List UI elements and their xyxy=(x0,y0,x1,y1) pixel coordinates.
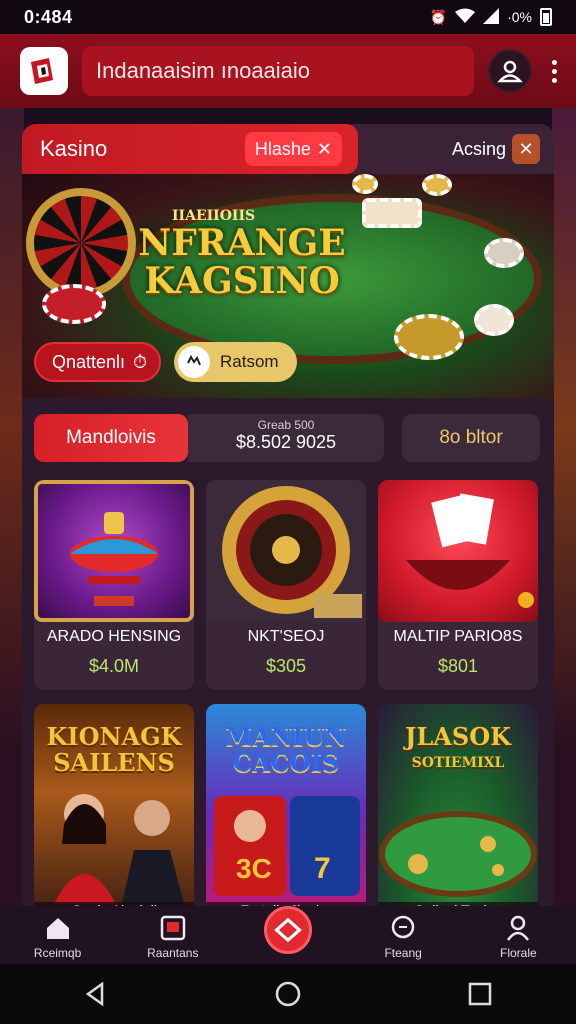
card-bowl-image xyxy=(378,480,538,622)
nav-profile[interactable]: Florale xyxy=(468,914,568,960)
poker-chip-image xyxy=(474,304,514,336)
nav-center[interactable] xyxy=(238,906,338,960)
hand-icon xyxy=(178,346,210,378)
featured-title: MANIUN CACOIS xyxy=(206,724,366,776)
game-price: $4.0M xyxy=(88,656,140,676)
background-right-glow xyxy=(552,108,576,908)
diamond-icon[interactable] xyxy=(263,906,312,954)
home-circle-icon[interactable] xyxy=(274,980,302,1008)
tab-kasino[interactable]: Kasino Hlashe ✕ xyxy=(22,124,358,174)
nav-tablet[interactable]: Raantans xyxy=(123,914,223,960)
game-card[interactable]: MALTIP PARIO8S $801 xyxy=(378,480,538,690)
featured-title-line1: MANIUN xyxy=(225,722,347,751)
hero-button-primary-label: Qnattenlı xyxy=(52,351,126,372)
back-icon[interactable] xyxy=(82,980,110,1008)
roulette-table-image xyxy=(379,811,537,897)
featured-title: JLASOK SOTIEMIXL xyxy=(378,724,538,776)
signal-text: ·0% xyxy=(507,9,532,25)
hosts-image xyxy=(54,794,184,904)
hero-title-line1: NFRANGE xyxy=(138,222,346,264)
status-icons: ⏰ ·0% xyxy=(429,7,552,27)
main-content: Kasino Hlashe ✕ Acsing ✕ IIAEIIOIIS NFRA… xyxy=(22,124,554,914)
balance-info: Greab 500 $8.502 9025 xyxy=(188,414,384,462)
kebab-menu-icon[interactable] xyxy=(546,59,562,83)
featured-game-card[interactable]: MANIUN CACOIS 3C 7 Fgrtaiiy Jlaolor xyxy=(206,704,366,914)
hero-title-line2: KAGSINO xyxy=(144,260,340,302)
system-navigation xyxy=(0,964,576,1024)
poker-chip-image xyxy=(42,284,106,324)
alarm-icon: ⏰ xyxy=(429,8,448,25)
recents-icon[interactable] xyxy=(466,980,494,1008)
svg-text:7: 7 xyxy=(314,852,331,885)
hero-title: NFRANGE KAGSINO xyxy=(112,224,372,300)
home-icon xyxy=(46,918,69,939)
tablet-icon xyxy=(160,915,186,941)
hero-button-secondary-label: Ratsom xyxy=(220,352,279,371)
tab-bar: Kasino Hlashe ✕ Acsing ✕ xyxy=(22,124,554,174)
tab-kasino-label: Kasino xyxy=(40,136,108,161)
game-card[interactable]: ARADO HENSING $4.0M xyxy=(34,480,194,690)
game-card[interactable]: NKT'SEOJ $305 xyxy=(206,480,366,690)
nav-profile-label: Florale xyxy=(500,946,537,960)
tab-acsing-label: Acsing xyxy=(451,138,506,159)
featured-title-line1: JLASOK xyxy=(405,722,511,751)
game-name: NKT'SEOJ xyxy=(247,628,325,645)
nav-home-label: Rceimqb xyxy=(33,946,82,960)
close-icon[interactable]: ✕ xyxy=(317,139,332,160)
featured-title: KIONAGK SAILENS xyxy=(34,724,194,776)
hero-button-primary[interactable]: Qnattenlı ⏱ xyxy=(34,342,162,382)
featured-game-card[interactable]: JLASOK SOTIEMIXL Goilaul Teulea xyxy=(378,704,538,914)
user-icon[interactable] xyxy=(488,49,532,93)
nav-home[interactable]: Rceimqb xyxy=(8,914,108,960)
app-title[interactable]: Indanaaisim ınoaaiaio xyxy=(82,46,474,96)
game-price: $801 xyxy=(437,656,479,676)
user-icon xyxy=(507,915,530,941)
nav-chat[interactable]: Fteang xyxy=(353,914,453,960)
roulette-thumb-image xyxy=(206,480,366,622)
timer-icon: ⏱ xyxy=(133,351,148,372)
featured-title-line2: CACOIS xyxy=(232,748,340,777)
balance-amount: $8.502 9025 xyxy=(235,432,337,452)
featured-title-line2: SOTIEMIXL xyxy=(411,755,505,771)
chat-icon xyxy=(391,915,415,939)
bonus-button[interactable]: 8o bltor xyxy=(402,414,540,462)
poker-chip-image xyxy=(484,238,524,268)
featured-game-card[interactable]: KIONAGK SAILENS Ganie Aluaiaii xyxy=(34,704,194,914)
balance-button[interactable]: Mandloivis xyxy=(34,414,188,462)
hero-button-secondary[interactable]: Ratsom xyxy=(174,342,297,382)
card-diamond-logo-icon[interactable] xyxy=(20,47,68,95)
balance-strip: Mandloivis Greab 500 $8.502 9025 8o blto… xyxy=(22,414,554,462)
game-name: ARADO HENSING xyxy=(46,628,182,645)
game-price: $305 xyxy=(265,656,307,676)
signal-icon xyxy=(483,7,500,27)
slot-reels-image: 3C 7 xyxy=(214,796,360,896)
app-header: Indanaaisim ınoaaiaio xyxy=(0,34,576,108)
svg-text:3C: 3C xyxy=(236,853,272,884)
featured-title-line2: SAILENS xyxy=(53,748,175,777)
gold-coin-image xyxy=(422,174,452,196)
tab-chip[interactable]: Hlashe ✕ xyxy=(244,132,342,166)
tab-acsing[interactable]: Acsing ✕ xyxy=(358,124,554,174)
nav-tablet-label: Raantans xyxy=(147,946,199,960)
featured-title-line1: KIONAGK xyxy=(46,722,182,751)
poker-chip-image xyxy=(394,314,464,360)
background-left-glow xyxy=(0,108,24,908)
bottom-navigation: Rceimqb Raantans Fteang Florale xyxy=(0,906,576,964)
status-time: 0:484 xyxy=(24,6,73,27)
wifi-icon xyxy=(455,8,476,27)
genie-lamp-image xyxy=(34,480,194,622)
balance-small-label: Greab 500 xyxy=(257,418,315,432)
status-bar: 0:484 ⏰ ·0% xyxy=(0,0,576,34)
hero-banner[interactable]: IIAEIIOIIS NFRANGE KAGSINO Qnattenlı ⏱ R… xyxy=(22,174,554,398)
gold-coin-image xyxy=(352,174,378,194)
close-icon[interactable]: ✕ xyxy=(512,134,540,164)
game-name: MALTIP PARIO8S xyxy=(393,628,523,645)
battery-icon xyxy=(540,8,552,26)
nav-chat-label: Fteang xyxy=(384,946,422,960)
tab-chip-label: Hlashe xyxy=(254,138,311,159)
